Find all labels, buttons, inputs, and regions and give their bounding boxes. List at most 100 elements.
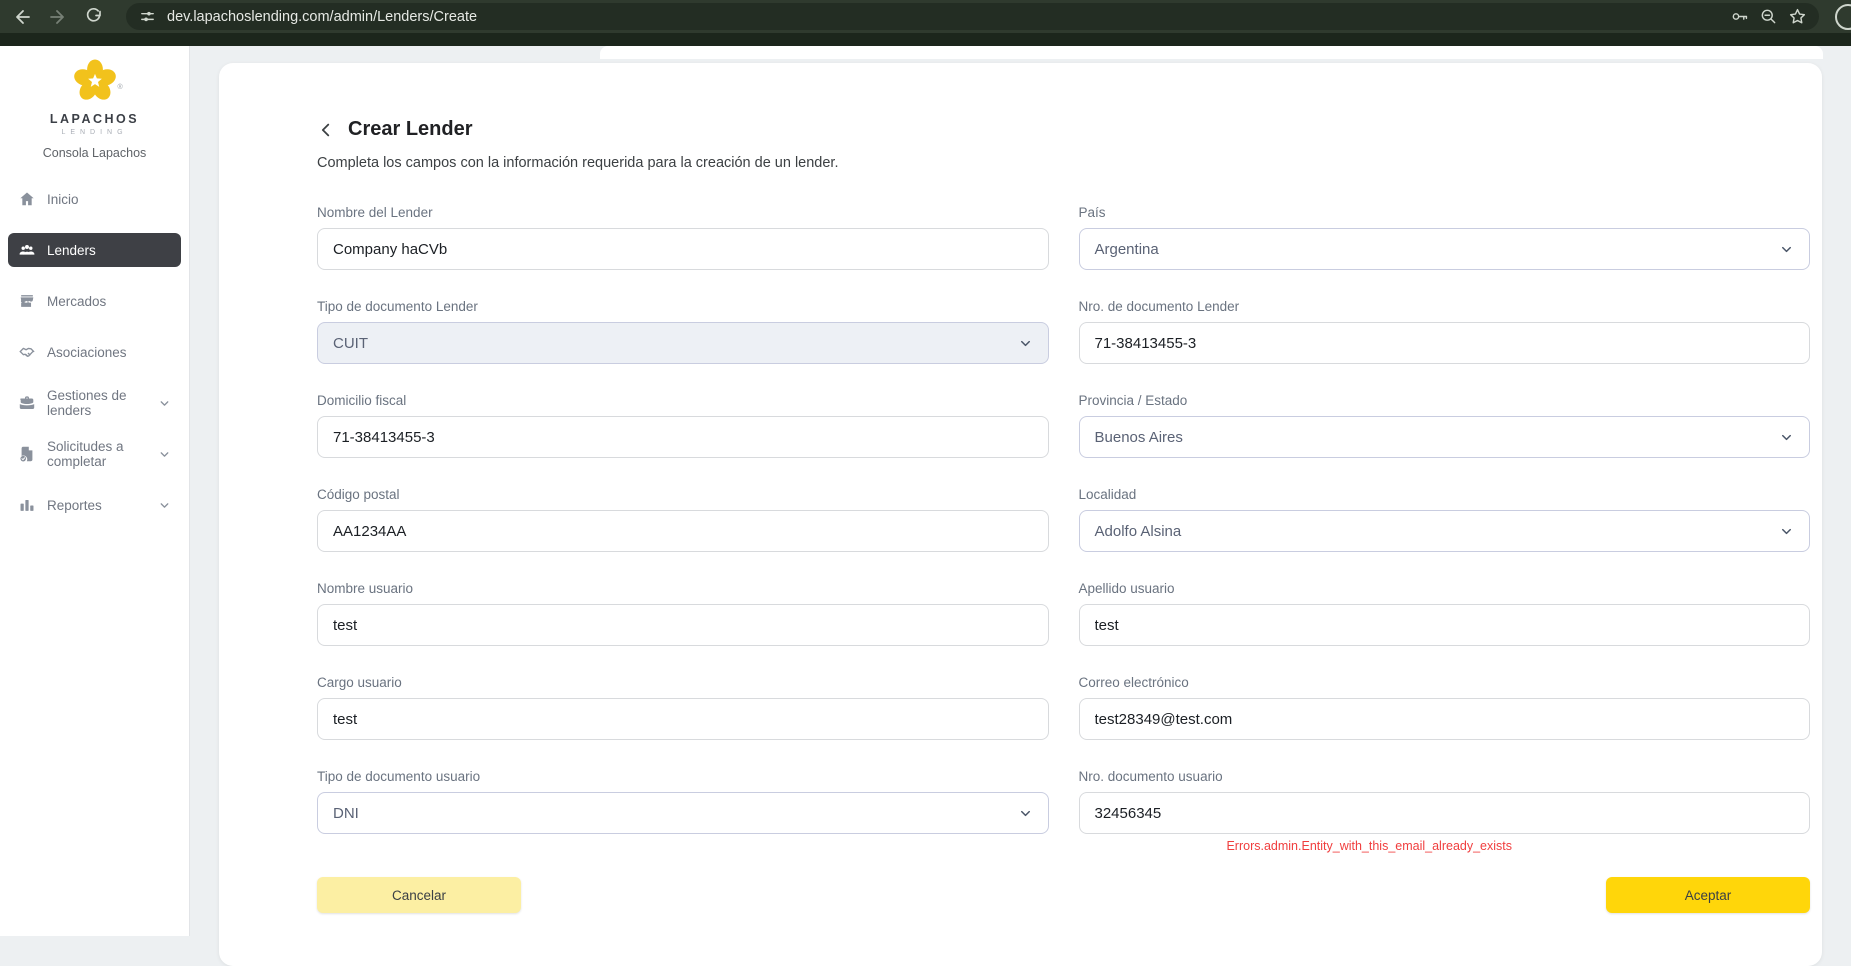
chevron-down-icon	[158, 397, 171, 410]
sidebar-item-gestiones-de-lenders[interactable]: Gestiones de lenders	[8, 386, 181, 420]
sidebar: ® LAPACHOS LENDING Consola Lapachos Inic…	[0, 46, 190, 936]
chevron-down-icon	[158, 448, 171, 461]
top-band	[600, 46, 1823, 59]
chevron-down-icon	[1779, 242, 1794, 257]
sidebar-nav: Inicio Lenders Mercados Asociaciones Ges…	[0, 182, 189, 522]
provincia-estado-select[interactable]: Buenos Aires	[1078, 416, 1810, 458]
sidebar-item-reportes[interactable]: Reportes	[8, 488, 181, 522]
reload-icon[interactable]	[84, 7, 104, 27]
page-subtitle: Completa los campos con la información r…	[317, 155, 839, 171]
create-lender-form: Nombre del Lender País Argentina Tipo de…	[317, 205, 1810, 853]
field-localidad: Localidad Adolfo Alsina	[1078, 487, 1810, 552]
address-bar[interactable]: dev.lapachoslending.com/admin/Lenders/Cr…	[126, 3, 1819, 30]
apellido-usuario-input[interactable]	[1078, 604, 1810, 646]
field-cargo-usuario: Cargo usuario	[317, 675, 1049, 740]
users-group-icon	[18, 241, 36, 259]
chevron-down-icon	[1779, 430, 1794, 445]
browser-toolbar: dev.lapachoslending.com/admin/Lenders/Cr…	[0, 0, 1851, 33]
field-label: Domicilio fiscal	[317, 393, 407, 408]
sidebar-item-asociaciones[interactable]: Asociaciones	[8, 335, 181, 369]
nro-documento-usuario-input[interactable]	[1078, 792, 1810, 834]
forward-icon[interactable]	[48, 7, 68, 27]
tipo-documento-usuario-select[interactable]: DNI	[317, 792, 1049, 834]
handshake-icon	[18, 343, 36, 361]
field-label: Tipo de documento usuario	[317, 769, 481, 784]
field-label: Nro. documento usuario	[1078, 769, 1223, 784]
sidebar-item-solicitudes-a-completar[interactable]: Solicitudes a completar	[8, 437, 181, 471]
pais-select[interactable]: Argentina	[1078, 228, 1810, 270]
field-tipo-documento-usuario: Tipo de documento usuario DNI	[317, 769, 1049, 834]
field-correo-electronico: Correo electrónico	[1078, 675, 1810, 740]
domicilio-fiscal-input[interactable]	[317, 416, 1049, 458]
sidebar-item-inicio[interactable]: Inicio	[8, 182, 181, 216]
nro-documento-lender-input[interactable]	[1078, 322, 1810, 364]
localidad-select[interactable]: Adolfo Alsina	[1078, 510, 1810, 552]
cargo-usuario-input[interactable]	[317, 698, 1049, 740]
tipo-documento-lender-select[interactable]: CUIT	[317, 322, 1049, 364]
create-lender-card: Crear Lender Completa los campos con la …	[219, 63, 1822, 966]
codigo-postal-input[interactable]	[317, 510, 1049, 552]
app-logo: ® LAPACHOS LENDING Consola Lapachos	[0, 46, 189, 160]
cancel-button[interactable]: Cancelar	[317, 877, 521, 913]
chevron-down-icon	[1018, 806, 1033, 821]
back-chevron-icon[interactable]	[317, 121, 335, 139]
field-label: Localidad	[1078, 487, 1137, 502]
field-codigo-postal: Código postal	[317, 487, 1049, 552]
field-provincia-estado: Provincia / Estado Buenos Aires	[1078, 393, 1810, 458]
chrome-divider	[0, 33, 1851, 46]
field-domicilio-fiscal: Domicilio fiscal	[317, 393, 1049, 458]
field-apellido-usuario: Apellido usuario	[1078, 581, 1810, 646]
form-actions: Cancelar Aceptar	[317, 877, 1810, 913]
sidebar-item-label: Solicitudes a completar	[47, 439, 124, 469]
profile-avatar[interactable]	[1835, 3, 1851, 30]
zoom-out-icon[interactable]	[1759, 7, 1778, 26]
store-icon	[18, 292, 36, 310]
correo-electronico-input[interactable]	[1078, 698, 1810, 740]
registered-mark: ®	[117, 84, 123, 91]
field-pais: País Argentina	[1078, 205, 1810, 270]
sidebar-item-mercados[interactable]: Mercados	[8, 284, 181, 318]
console-label: Consola Lapachos	[42, 146, 147, 160]
chevron-down-icon	[158, 499, 171, 512]
sidebar-item-lenders[interactable]: Lenders	[8, 233, 181, 267]
field-label: Nombre del Lender	[317, 205, 433, 220]
field-label: Correo electrónico	[1078, 675, 1189, 690]
chevron-down-icon	[1779, 524, 1794, 539]
sidebar-item-label: Lenders	[47, 242, 96, 258]
field-label: Apellido usuario	[1078, 581, 1175, 596]
field-label: Cargo usuario	[317, 675, 402, 690]
logo-subtitle: LENDING	[61, 129, 128, 136]
field-label: Nombre usuario	[317, 581, 414, 596]
document-check-icon	[18, 445, 36, 463]
briefcase-icon	[18, 394, 36, 412]
field-label: Tipo de documento Lender	[317, 299, 478, 314]
sidebar-item-label: Gestiones de lenders	[47, 388, 127, 418]
nombre-usuario-input[interactable]	[317, 604, 1049, 646]
home-icon	[18, 190, 36, 208]
field-nro-documento-usuario: Nro. documento usuario Errors.admin.Enti…	[1078, 769, 1810, 853]
field-label: País	[1078, 205, 1106, 220]
sidebar-item-label: Reportes	[47, 497, 102, 513]
url-text[interactable]: dev.lapachoslending.com/admin/Lenders/Cr…	[167, 9, 1720, 25]
field-nombre-usuario: Nombre usuario	[317, 581, 1049, 646]
logo-title: LAPACHOS	[49, 112, 140, 126]
page-title: Crear Lender	[348, 118, 473, 140]
field-label: Nro. de documento Lender	[1078, 299, 1240, 314]
field-tipo-documento-lender: Tipo de documento Lender CUIT	[317, 299, 1049, 364]
email-exists-error: Errors.admin.Entity_with_this_email_alre…	[1226, 839, 1513, 853]
main-area: Crear Lender Completa los campos con la …	[190, 46, 1851, 966]
field-nombre-del-lender: Nombre del Lender	[317, 205, 1049, 270]
field-label: Provincia / Estado	[1078, 393, 1188, 408]
site-info-icon[interactable]	[138, 7, 157, 26]
back-icon[interactable]	[12, 7, 32, 27]
password-key-icon[interactable]	[1730, 7, 1749, 26]
accept-button[interactable]: Aceptar	[1606, 877, 1810, 913]
sidebar-item-label: Asociaciones	[47, 344, 127, 360]
bar-chart-icon	[18, 496, 36, 514]
chevron-down-icon	[1018, 336, 1033, 351]
lapachos-flower-icon	[72, 58, 118, 104]
sidebar-item-label: Mercados	[47, 293, 107, 309]
bookmark-star-icon[interactable]	[1788, 7, 1807, 26]
sidebar-item-label: Inicio	[47, 191, 79, 207]
nombre-del-lender-input[interactable]	[317, 228, 1049, 270]
